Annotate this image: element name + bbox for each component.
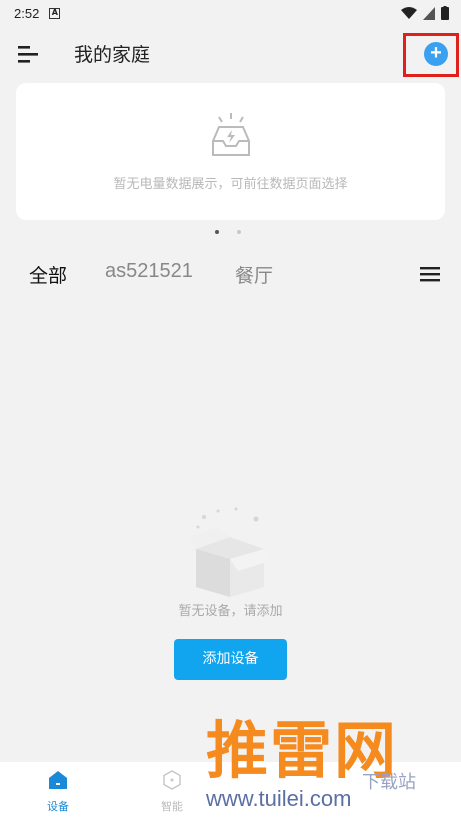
app-header: 我的家庭 + (0, 26, 461, 82)
energy-empty-text: 暂无电量数据展示，可前往数据页面选择 (113, 177, 348, 192)
menu-icon[interactable] (16, 44, 40, 64)
tab-as521521[interactable]: as521521 (105, 260, 193, 283)
status-bar: 2:52 A (0, 0, 461, 26)
energy-card[interactable]: 暂无电量数据展示，可前往数据页面选择 (16, 83, 445, 220)
hamburger-icon[interactable] (420, 265, 440, 283)
empty-tray-icon (212, 113, 250, 156)
room-tabs: 全部 as521521 餐厅 (0, 255, 461, 295)
nav-item-devices[interactable]: 设备 (28, 770, 88, 814)
tab-all[interactable]: 全部 (29, 261, 67, 288)
battery-icon (441, 6, 449, 20)
watermark-small-text: 下载站 (362, 772, 416, 793)
add-device-button[interactable]: 添加设备 (174, 639, 287, 680)
tab-dining-room[interactable]: 餐厅 (235, 261, 273, 288)
add-button[interactable]: + (424, 42, 448, 66)
notification-icon: A (49, 7, 61, 19)
watermark-url: www.tuilei.com (202, 786, 356, 812)
watermark: 推雷网 下载站 www.tuilei.com (192, 700, 461, 819)
nav-label-devices: 设备 (47, 800, 69, 813)
page-title: 我的家庭 (74, 44, 151, 66)
status-time: 2:52 (14, 5, 40, 21)
status-icons (401, 6, 449, 20)
empty-device-text: 暂无设备，请添加 (178, 604, 283, 619)
carousel-dot[interactable] (237, 230, 241, 234)
smart-icon (163, 770, 181, 790)
carousel-dot[interactable] (215, 230, 219, 234)
signal-icon (423, 6, 435, 20)
wifi-icon (401, 6, 417, 19)
home-icon (49, 771, 67, 789)
empty-box-icon (190, 507, 270, 597)
carousel-dots (215, 230, 241, 234)
